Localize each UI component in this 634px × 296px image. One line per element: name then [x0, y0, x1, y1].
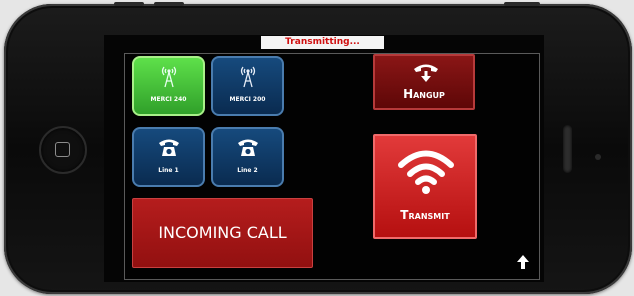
tile-merci-200[interactable]: MERCI 200 [211, 56, 284, 116]
radio-tower-icon [213, 64, 282, 88]
hangup-icon [413, 60, 439, 84]
incoming-call-button[interactable]: INCOMING CALL [132, 198, 313, 268]
tile-label: Line 1 [158, 167, 179, 174]
home-button[interactable] [39, 126, 87, 174]
hangup-button[interactable]: Hangup [373, 54, 475, 110]
transmit-label: Transmit [400, 208, 450, 222]
tile-line-1[interactable]: Line 1 [132, 127, 205, 187]
tile-merci-240[interactable]: MERCI 240 [132, 56, 205, 116]
hangup-label: Hangup [403, 87, 445, 101]
tile-line-2[interactable]: Line 2 [211, 127, 284, 187]
telephone-icon [213, 135, 282, 159]
volume-down-button [154, 2, 184, 6]
radio-tower-icon [134, 64, 203, 88]
phone-frame: Transmitting... MERCI 240 MERCI 200 Line… [4, 2, 632, 294]
tile-label: MERCI 200 [229, 96, 266, 103]
volume-up-button [114, 2, 144, 6]
tile-label: Line 2 [237, 167, 258, 174]
screen: Transmitting... MERCI 240 MERCI 200 Line… [104, 35, 544, 282]
tile-label: MERCI 240 [150, 96, 187, 103]
front-camera [595, 154, 601, 160]
arrow-up-icon[interactable] [516, 254, 530, 270]
transmit-button[interactable]: Transmit [373, 134, 477, 239]
power-button [504, 2, 540, 6]
wifi-icon [397, 146, 455, 196]
telephone-icon [134, 135, 203, 159]
control-panel: MERCI 240 MERCI 200 Line 1 Line 2 Hangup… [124, 53, 540, 280]
speaker-grille [563, 125, 572, 173]
home-square-icon [55, 142, 70, 157]
status-banner: Transmitting... [261, 36, 384, 49]
